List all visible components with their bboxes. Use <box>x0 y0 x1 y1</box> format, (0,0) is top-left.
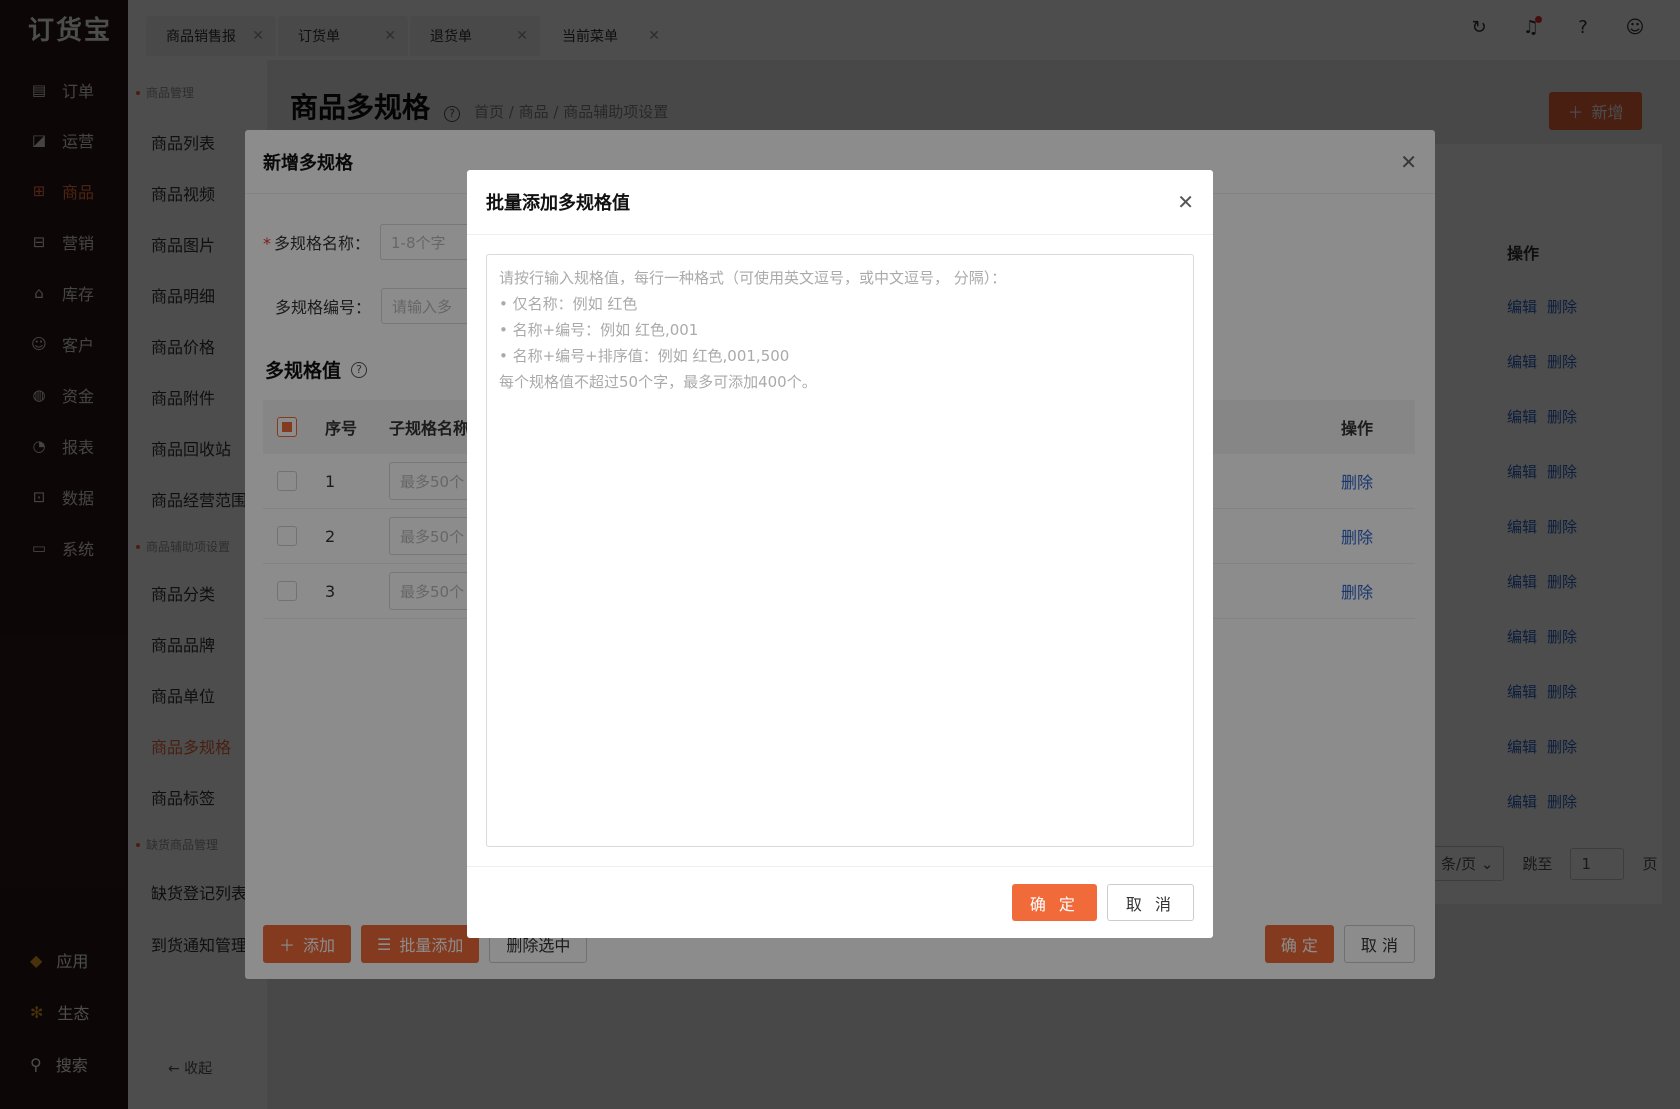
batch-add-dialog: 批量添加多规格值 ✕ 请按行输入规格值，每行一种格式（可使用英文逗号，或中文逗号… <box>467 170 1213 938</box>
dialog-header: 批量添加多规格值 ✕ <box>467 170 1213 235</box>
confirm-button[interactable]: 确 定 <box>1011 884 1097 921</box>
placeholder-line: • 名称+编号：例如 红色,001 <box>499 321 699 339</box>
placeholder-line: 每个规格值不超过50个字，最多可添加400个。 <box>499 373 817 391</box>
close-icon[interactable]: ✕ <box>1177 190 1194 214</box>
placeholder-line: 请按行输入规格值，每行一种格式（可使用英文逗号，或中文逗号， 分隔）： <box>499 269 1007 287</box>
cancel-button[interactable]: 取 消 <box>1106 884 1194 921</box>
placeholder-line: • 仅名称：例如 红色 <box>499 295 638 313</box>
dialog-footer: 确 定 取 消 <box>467 866 1213 938</box>
dialog-title: 批量添加多规格值 <box>486 193 630 214</box>
placeholder-line: • 名称+编号+排序值：例如 红色,001,500 <box>499 347 790 365</box>
batch-values-textarea[interactable]: 请按行输入规格值，每行一种格式（可使用英文逗号，或中文逗号， 分隔）： • 仅名… <box>486 254 1194 847</box>
